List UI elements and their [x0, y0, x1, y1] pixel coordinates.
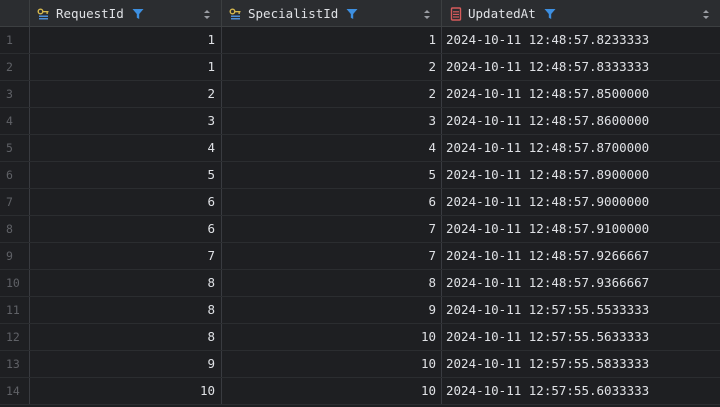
specialistid-cell[interactable]: 10 [222, 351, 442, 377]
table-row[interactable]: 7 6 6 2024-10-11 12:48:57.9000000 [0, 189, 720, 216]
table-row[interactable]: 2 1 2 2024-10-11 12:48:57.8333333 [0, 54, 720, 81]
specialistid-cell[interactable]: 10 [222, 378, 442, 404]
requestid-cell[interactable]: 7 [30, 243, 222, 269]
table-row[interactable]: 8 6 7 2024-10-11 12:48:57.9100000 [0, 216, 720, 243]
specialistid-cell[interactable]: 10 [222, 324, 442, 350]
requestid-cell[interactable]: 9 [30, 351, 222, 377]
requestid-cell[interactable]: 10 [30, 378, 222, 404]
specialistid-cell[interactable]: 2 [222, 54, 442, 80]
column-header-specialistid[interactable]: SpecialistId [222, 0, 442, 27]
row-number[interactable]: 8 [0, 216, 30, 242]
requestid-cell[interactable]: 6 [30, 189, 222, 215]
row-number[interactable]: 13 [0, 351, 30, 377]
row-number[interactable]: 1 [0, 27, 30, 53]
updatedat-cell[interactable]: 2024-10-11 12:48:57.9100000 [442, 216, 720, 242]
requestid-cell[interactable]: 1 [30, 27, 222, 53]
updatedat-cell[interactable]: 2024-10-11 12:48:57.8333333 [442, 54, 720, 80]
requestid-cell[interactable]: 8 [30, 270, 222, 296]
row-number[interactable]: 7 [0, 189, 30, 215]
specialistid-cell[interactable]: 1 [222, 27, 442, 53]
key-column-icon [228, 6, 244, 22]
key-column-icon [36, 6, 52, 22]
column-header-updatedat[interactable]: UpdatedAt [442, 0, 720, 27]
specialistid-cell[interactable]: 7 [222, 216, 442, 242]
requestid-cell[interactable]: 3 [30, 108, 222, 134]
table-row[interactable]: 3 2 2 2024-10-11 12:48:57.8500000 [0, 81, 720, 108]
requestid-cell[interactable]: 1 [30, 54, 222, 80]
specialistid-cell[interactable]: 4 [222, 135, 442, 161]
updatedat-cell[interactable]: 2024-10-11 12:48:57.9366667 [442, 270, 720, 296]
table-row[interactable]: 13 9 10 2024-10-11 12:57:55.5833333 [0, 351, 720, 378]
specialistid-cell[interactable]: 8 [222, 270, 442, 296]
specialistid-cell[interactable]: 2 [222, 81, 442, 107]
sort-icon[interactable] [423, 8, 431, 19]
grid-header: RequestId SpecialistId UpdatedAt [0, 0, 720, 27]
table-row[interactable]: 9 7 7 2024-10-11 12:48:57.9266667 [0, 243, 720, 270]
table-row[interactable]: 10 8 8 2024-10-11 12:48:57.9366667 [0, 270, 720, 297]
requestid-cell[interactable]: 5 [30, 162, 222, 188]
specialistid-cell[interactable]: 9 [222, 297, 442, 323]
row-number-header[interactable] [0, 0, 30, 27]
row-number[interactable]: 2 [0, 54, 30, 80]
row-number[interactable]: 10 [0, 270, 30, 296]
specialistid-cell[interactable]: 7 [222, 243, 442, 269]
requestid-cell[interactable]: 8 [30, 324, 222, 350]
specialistid-cell[interactable]: 6 [222, 189, 442, 215]
updatedat-cell[interactable]: 2024-10-11 12:48:57.8233333 [442, 27, 720, 53]
specialistid-cell[interactable]: 3 [222, 108, 442, 134]
specialistid-cell[interactable]: 5 [222, 162, 442, 188]
filter-icon[interactable] [544, 8, 556, 20]
column-header-requestid[interactable]: RequestId [30, 0, 222, 27]
updatedat-cell[interactable]: 2024-10-11 12:48:57.8700000 [442, 135, 720, 161]
table-row[interactable]: 5 4 4 2024-10-11 12:48:57.8700000 [0, 135, 720, 162]
row-number[interactable]: 12 [0, 324, 30, 350]
table-row[interactable]: 12 8 10 2024-10-11 12:57:55.5633333 [0, 324, 720, 351]
updatedat-cell[interactable]: 2024-10-11 12:48:57.9266667 [442, 243, 720, 269]
column-icon [448, 6, 464, 22]
updatedat-cell[interactable]: 2024-10-11 12:48:57.8600000 [442, 108, 720, 134]
updatedat-cell[interactable]: 2024-10-11 12:57:55.5633333 [442, 324, 720, 350]
row-number[interactable]: 14 [0, 378, 30, 404]
updatedat-cell[interactable]: 2024-10-11 12:57:55.6033333 [442, 378, 720, 404]
table-row[interactable]: 11 8 9 2024-10-11 12:57:55.5533333 [0, 297, 720, 324]
table-row[interactable]: 1 1 1 2024-10-11 12:48:57.8233333 [0, 27, 720, 54]
requestid-cell[interactable]: 8 [30, 297, 222, 323]
column-header-label: RequestId [56, 6, 124, 21]
row-number[interactable]: 6 [0, 162, 30, 188]
row-number[interactable]: 3 [0, 81, 30, 107]
requestid-cell[interactable]: 6 [30, 216, 222, 242]
table-row[interactable]: 4 3 3 2024-10-11 12:48:57.8600000 [0, 108, 720, 135]
updatedat-cell[interactable]: 2024-10-11 12:57:55.5833333 [442, 351, 720, 377]
filter-icon[interactable] [132, 8, 144, 20]
row-number[interactable]: 5 [0, 135, 30, 161]
sort-icon[interactable] [203, 8, 211, 19]
sort-icon[interactable] [702, 8, 710, 19]
updatedat-cell[interactable]: 2024-10-11 12:48:57.8500000 [442, 81, 720, 107]
column-header-label: UpdatedAt [468, 6, 536, 21]
row-number[interactable]: 9 [0, 243, 30, 269]
requestid-cell[interactable]: 2 [30, 81, 222, 107]
updatedat-cell[interactable]: 2024-10-11 12:48:57.8900000 [442, 162, 720, 188]
row-number[interactable]: 4 [0, 108, 30, 134]
data-grid: RequestId SpecialistId UpdatedAt 1 1 1 2… [0, 0, 720, 407]
table-row[interactable]: 14 10 10 2024-10-11 12:57:55.6033333 [0, 378, 720, 405]
column-header-label: SpecialistId [248, 6, 339, 21]
updatedat-cell[interactable]: 2024-10-11 12:57:55.5533333 [442, 297, 720, 323]
updatedat-cell[interactable]: 2024-10-11 12:48:57.9000000 [442, 189, 720, 215]
requestid-cell[interactable]: 4 [30, 135, 222, 161]
grid-body: 1 1 1 2024-10-11 12:48:57.8233333 2 1 2 2024-1… [0, 27, 720, 405]
filter-icon[interactable] [346, 8, 358, 20]
row-number[interactable]: 11 [0, 297, 30, 323]
table-row[interactable]: 6 5 5 2024-10-11 12:48:57.8900000 [0, 162, 720, 189]
